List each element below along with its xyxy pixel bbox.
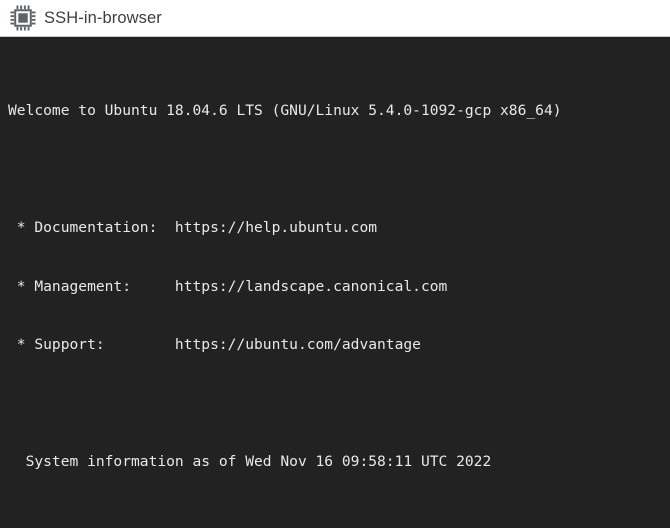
terminal-line-system-info-heading: System information as of Wed Nov 16 09:5… [8,453,492,471]
terminal-line-support: * Support: https://ubuntu.com/advantage [8,336,421,354]
terminal-line-management: * Management: https://landscape.canonica… [8,277,448,295]
ssh-in-browser-window: SSH-in-browser Welcome to Ubuntu 18.04.6… [0,0,670,528]
terminal-output[interactable]: Welcome to Ubuntu 18.04.6 LTS (GNU/Linux… [0,37,670,528]
chip-icon [10,5,36,31]
terminal-line: Welcome to Ubuntu 18.04.6 LTS (GNU/Linux… [8,101,562,119]
window-title: SSH-in-browser [44,8,162,27]
title-bar: SSH-in-browser [0,0,670,37]
terminal-line-documentation: * Documentation: https://help.ubuntu.com [8,218,378,236]
